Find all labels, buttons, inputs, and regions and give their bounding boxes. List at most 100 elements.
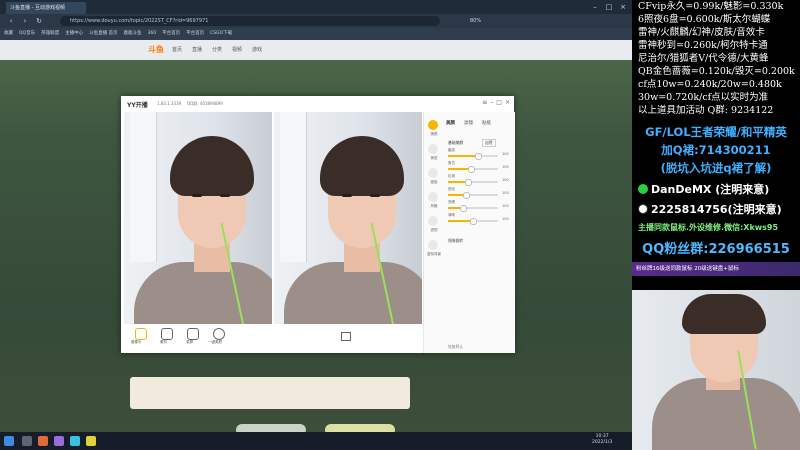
style-icon[interactable] — [428, 192, 438, 202]
taskbar-app-icon[interactable] — [70, 436, 80, 446]
face-shape-icon[interactable] — [428, 144, 438, 154]
yy-logo: YY开播 — [127, 102, 148, 109]
promo-games: GF/LOL王者荣耀/和平精英 — [645, 125, 787, 139]
tab-filter[interactable]: 滤镜 — [464, 120, 473, 126]
minimize-icon[interactable]: – — [490, 99, 493, 106]
price-line: 雷神/火麒麟/幻神/皮肤/音效卡 — [638, 27, 765, 38]
bookmark-item[interactable]: 平台首页 — [162, 28, 180, 40]
url-input[interactable]: https://www.douyu.com/topic/2022ST_CF?ri… — [60, 16, 440, 26]
price-line: 6照夜6盘=0.600k/斯太尔蝴蝶 — [638, 14, 771, 25]
slider-max: 100 — [502, 165, 509, 169]
zoom-level: 80% — [470, 18, 482, 24]
bookmark-item[interactable]: 鹿鹿斗鱼 — [124, 28, 142, 40]
site-nav-item[interactable]: 视频 — [232, 46, 242, 53]
wechat-icon — [638, 184, 648, 194]
close-icon[interactable]: × — [616, 0, 630, 14]
beauty-settings-panel: 美颜 滤镜 贴纸 美颜 美型 瘦脸 风格 滤镜 虚拟背景 基础美颜 自然 镜像翻… — [423, 112, 515, 353]
slim-face-icon[interactable] — [428, 168, 438, 178]
slider-knob[interactable] — [465, 179, 472, 186]
beauty-slider[interactable] — [448, 192, 498, 199]
bookmark-item[interactable]: 主播中心 — [65, 28, 83, 40]
back-icon[interactable]: ‹ — [4, 14, 18, 28]
slider-knob[interactable] — [470, 218, 477, 225]
site-nav-item[interactable]: 游戏 — [252, 46, 262, 53]
taskbar-app-icon[interactable] — [22, 436, 32, 446]
promo-qq-group: 加Q裙:714300211 — [661, 143, 771, 157]
slider-max: 100 — [502, 178, 509, 182]
stream-overlay: CFvip永久=0.99k/魅影=0.330k 6照夜6盘=0.600k/斯太尔… — [632, 0, 800, 450]
virtual-background-icon[interactable] — [428, 240, 438, 250]
bookmark-item[interactable]: 平台首页 — [186, 28, 204, 40]
slider-label: 锐化 — [448, 187, 455, 191]
side-icon-label: 美型 — [430, 156, 438, 160]
beauty-slider[interactable] — [448, 205, 498, 212]
forward-icon[interactable]: › — [18, 14, 32, 28]
slider-knob[interactable] — [467, 166, 475, 173]
promo-note: (脱坑入坑进q裙了解) — [660, 161, 772, 175]
beauty-toggle[interactable]: 基础美颜 — [448, 140, 463, 146]
beauty-slider[interactable] — [448, 153, 498, 160]
window-controls: – □ × — [588, 0, 630, 14]
slider-knob[interactable] — [475, 153, 482, 160]
beauty-slider[interactable] — [448, 166, 498, 173]
side-icon-label: 美颜 — [430, 132, 438, 136]
slider-knob[interactable] — [462, 192, 470, 199]
bookmark-item[interactable]: 360 — [148, 28, 157, 40]
close-icon[interactable]: × — [505, 99, 510, 106]
bookmark-item[interactable]: CSGO下载 — [210, 28, 232, 40]
slider-knob[interactable] — [460, 205, 467, 212]
camera-icon[interactable] — [135, 328, 147, 340]
site-nav-item[interactable]: 首页 — [172, 46, 182, 53]
reset-default-link[interactable]: 恢复默认 — [448, 344, 463, 350]
start-icon[interactable] — [4, 436, 14, 446]
taskbar-clock[interactable]: 10:37 2022/1/3 — [592, 434, 612, 446]
site-nav-item[interactable]: 直播 — [192, 46, 202, 53]
fans-group: QQ粉丝群:226966515 — [642, 242, 790, 257]
material-icon[interactable] — [161, 328, 173, 340]
slider-label: 清晰 — [448, 213, 455, 217]
side-icon-label: 滤镜 — [430, 228, 438, 232]
beauty-icon[interactable] — [428, 120, 438, 130]
tool-label: 录屏 — [186, 340, 193, 344]
refresh-icon[interactable]: ↻ — [32, 14, 46, 28]
preset-select[interactable]: 自然 — [482, 139, 496, 147]
mirror-toggle[interactable]: 镜像翻转 — [448, 238, 463, 244]
clock-date: 2022/1/3 — [592, 440, 613, 445]
minimize-icon[interactable]: – — [588, 0, 602, 14]
slider-label: 磨皮 — [448, 148, 455, 152]
maximize-icon[interactable]: □ — [496, 99, 502, 106]
slider-max: 100 — [502, 191, 509, 195]
taskbar-app-icon[interactable] — [54, 436, 64, 446]
browser-tab-bar: 斗鱼直播 - 互动游戏视频 – □ × — [0, 0, 632, 14]
screen-record-icon[interactable] — [187, 328, 199, 340]
streamer-webcam — [632, 290, 800, 450]
taskbar-app-icon[interactable] — [86, 436, 96, 446]
side-icon-label: 虚拟背景 — [427, 252, 441, 256]
browser-tab[interactable]: 斗鱼直播 - 互动游戏视频 — [6, 2, 86, 14]
yy-bottom-toolbar: 摄像头 素材 录屏 一键美颜 — [121, 324, 423, 353]
site-logo[interactable]: 斗鱼 — [148, 44, 164, 55]
slider-max: 100 — [502, 204, 509, 208]
taskbar-app-icon[interactable] — [38, 436, 48, 446]
peripheral-notice: 主播同款鼠标.外设维修.微信:Xkws95 — [638, 223, 779, 232]
yy-broadcast-window: YY开播 1.83.1.3339 QQ群: 403894899 ≡ – □ × … — [121, 96, 515, 353]
bookmark-item[interactable]: 收藏 — [4, 28, 13, 40]
bookmark-item[interactable]: QQ音乐 — [19, 28, 35, 40]
layout-switch-icon[interactable] — [341, 332, 351, 341]
tab-sticker[interactable]: 贴纸 — [482, 120, 491, 126]
bookmark-item[interactable]: 英雄联盟 — [41, 28, 59, 40]
wechat-contact: DanDeMX (注明来意) — [632, 182, 800, 197]
filter-icon[interactable] — [428, 216, 438, 226]
beauty-slider[interactable] — [448, 218, 498, 225]
maximize-icon[interactable]: □ — [602, 0, 616, 14]
menu-icon[interactable]: ≡ — [482, 99, 487, 106]
slider-label: 美白 — [448, 161, 455, 165]
site-nav-item[interactable]: 分类 — [212, 46, 222, 53]
slider-fill — [448, 155, 478, 157]
one-click-beauty-icon[interactable] — [213, 328, 225, 340]
beauty-slider[interactable] — [448, 179, 498, 186]
tab-beauty[interactable]: 美颜 — [446, 120, 455, 126]
bookmarks-bar: 收藏 QQ音乐 英雄联盟 主播中心 斗鱼直播 首页 鹿鹿斗鱼 360 平台首页 … — [0, 28, 632, 40]
slider-label: 红润 — [448, 174, 455, 178]
bookmark-item[interactable]: 斗鱼直播 首页 — [89, 28, 117, 40]
